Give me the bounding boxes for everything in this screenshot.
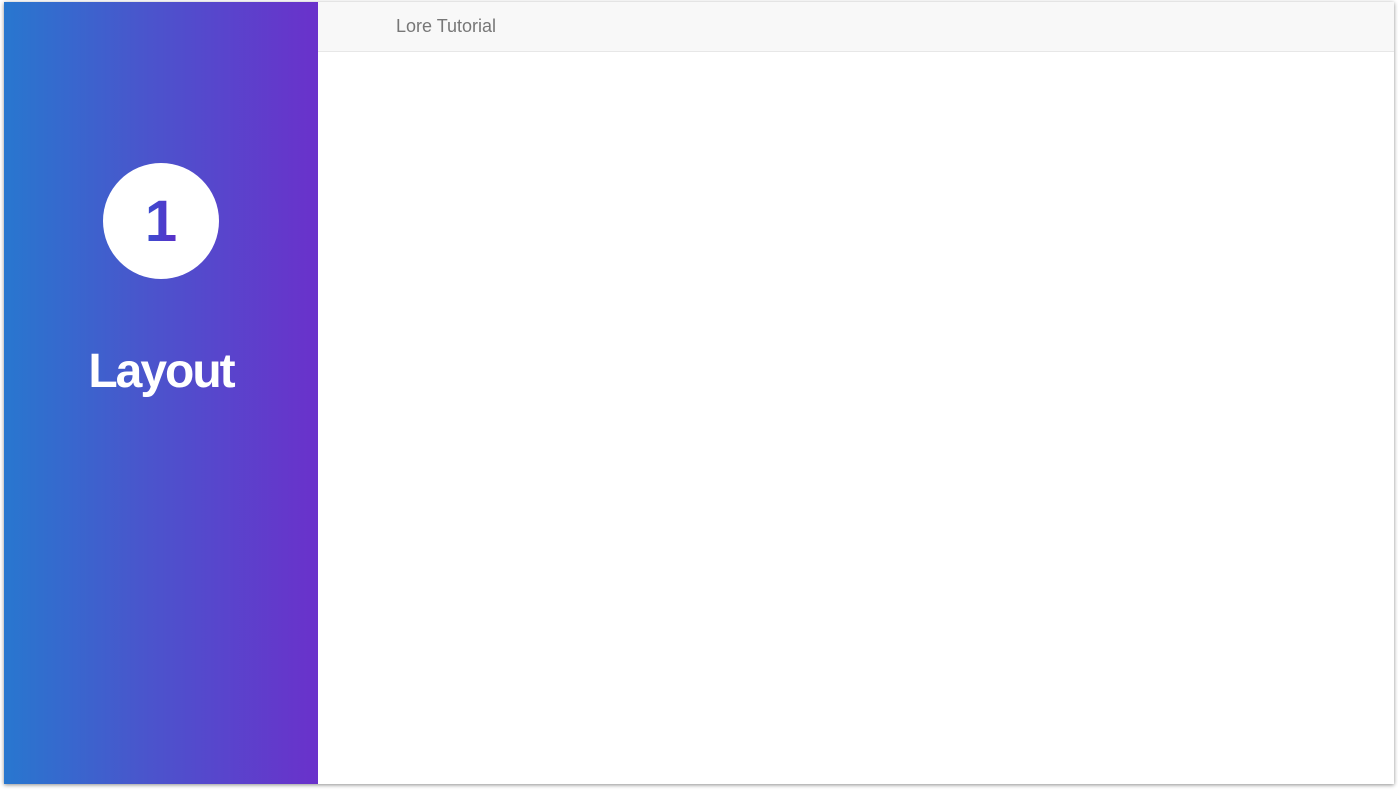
content-area (318, 52, 1394, 784)
step-sidebar: 1 Layout (4, 2, 318, 784)
step-number: 1 (144, 189, 178, 254)
navbar-brand-link[interactable]: Lore Tutorial (396, 16, 496, 37)
step-number-badge: 1 (103, 163, 219, 279)
navbar: Lore Tutorial (318, 2, 1394, 52)
app-window: 1 Layout Lore Tutorial (4, 2, 1394, 784)
step-title: Layout (88, 345, 235, 398)
main-area: Lore Tutorial (318, 2, 1394, 784)
